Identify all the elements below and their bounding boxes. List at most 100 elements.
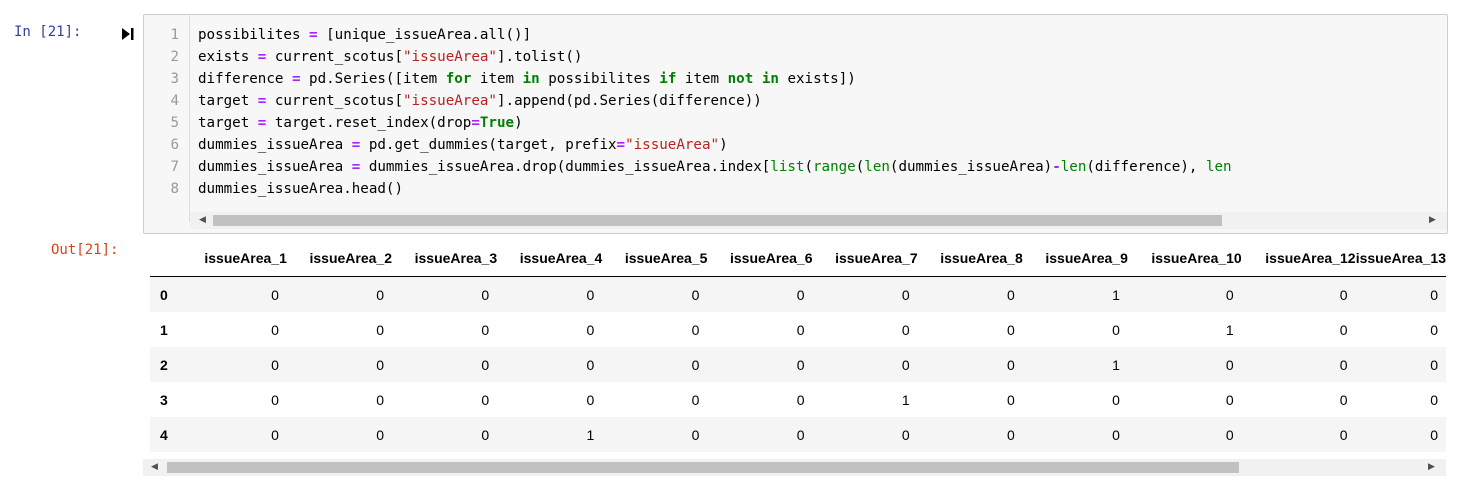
- row-index: 3: [160, 391, 168, 408]
- column-header: issueArea_12: [1241, 240, 1356, 277]
- table-cell: 0: [1225, 391, 1234, 408]
- code-token: -: [1052, 159, 1061, 175]
- triangle-right-icon[interactable]: ▶: [1424, 212, 1441, 229]
- table-cell: 0: [1430, 286, 1438, 303]
- code-token: dummies_issueArea.head(): [198, 181, 403, 197]
- table-cell: 1: [1112, 286, 1120, 303]
- table-cell: 0: [1112, 426, 1120, 443]
- code-line: possibilites = [unique_issueArea.all()]: [198, 24, 531, 46]
- table-cell: 0: [1006, 356, 1015, 373]
- code-token: [unique_issueArea.all()]: [317, 27, 532, 43]
- code-token: =: [291, 71, 301, 87]
- code-token: ): [719, 137, 728, 153]
- table-cell: 0: [1339, 356, 1348, 373]
- table-cell: 0: [586, 321, 595, 338]
- table-cell: 0: [271, 321, 279, 338]
- code-token: possibilites: [198, 27, 310, 43]
- code-token: =: [616, 137, 626, 153]
- code-token: pd.get_dummies(target, prefix: [360, 137, 617, 153]
- line-number: 7: [170, 159, 179, 175]
- code-token: exists: [198, 49, 258, 65]
- column-header: issueArea_5: [602, 240, 708, 277]
- table-cell: 0: [481, 356, 490, 373]
- table-cell: 0: [1006, 286, 1015, 303]
- table-cell: 0: [271, 391, 279, 408]
- code-line: exists = current_scotus["issueArea"].tol…: [198, 46, 582, 68]
- table-cell: 0: [901, 321, 910, 338]
- code-token: not: [727, 71, 754, 87]
- table-cell: 0: [1339, 426, 1348, 443]
- table-cell: 0: [376, 426, 384, 443]
- code-token: "issueArea": [625, 137, 720, 153]
- table-cell: 0: [691, 391, 700, 408]
- code-token: range: [813, 159, 856, 175]
- input-prompt: In [21]:: [14, 24, 82, 40]
- code-token: target.reset_index(drop: [266, 115, 472, 131]
- table-cell: 0: [796, 426, 805, 443]
- row-index: 1: [160, 321, 168, 338]
- line-number: 5: [170, 115, 179, 131]
- column-header: issueArea_1: [181, 240, 287, 277]
- table-cell: 1: [901, 391, 910, 408]
- code-token: in: [522, 71, 540, 87]
- step-forward-icon[interactable]: [121, 26, 135, 42]
- code-token: dummies_issueArea: [198, 137, 352, 153]
- scrollbar-thumb[interactable]: [213, 215, 1222, 226]
- table-cell: 0: [376, 391, 384, 408]
- triangle-left-icon[interactable]: ◀: [194, 212, 211, 229]
- code-line: dummies_issueArea = pd.get_dummies(targe…: [198, 134, 728, 156]
- code-token: dummies_issueArea: [198, 159, 352, 175]
- row-index: 4: [160, 426, 168, 443]
- code-token: dummies_issueArea.drop(dummies_issueArea…: [360, 159, 771, 175]
- table-cell: 0: [271, 426, 279, 443]
- table-cell: 0: [481, 321, 490, 338]
- table-cell: 0: [691, 426, 700, 443]
- code-token: (difference),: [1086, 159, 1206, 175]
- table-row: 2 0 0 0 0 0 0 0 0 1 0 0 0: [150, 347, 1446, 382]
- triangle-left-icon[interactable]: ◀: [146, 459, 163, 476]
- table-cell: 0: [1006, 426, 1015, 443]
- code-horizontal-scrollbar[interactable]: ◀ ▶: [190, 212, 1447, 229]
- code-token: current_scotus[: [266, 93, 404, 109]
- table-cell: 0: [1339, 321, 1348, 338]
- code-token: (: [855, 159, 865, 175]
- table-cell: 0: [586, 356, 595, 373]
- table-cell: 0: [796, 321, 805, 338]
- code-token: (: [804, 159, 814, 175]
- code-token: exists]): [778, 71, 856, 87]
- scrollbar-thumb[interactable]: [167, 462, 1239, 473]
- code-token: ].tolist(): [496, 49, 583, 65]
- code-token: target: [198, 93, 258, 109]
- dataframe-output: issueArea_1 issueArea_2 issueArea_3 issueAr…: [150, 240, 1446, 456]
- row-index: 2: [160, 356, 168, 373]
- column-header: issueArea_10: [1127, 240, 1242, 277]
- table-row: 3 0 0 0 0 0 0 1 0 0 0 0 0: [150, 382, 1446, 417]
- triangle-right-icon[interactable]: ▶: [1423, 459, 1440, 476]
- line-number: 4: [170, 93, 179, 109]
- table-cell: 0: [1225, 356, 1234, 373]
- table-cell: 0: [1430, 426, 1438, 443]
- code-line: dummies_issueArea.head(): [198, 178, 403, 200]
- table-cell: 0: [901, 426, 910, 443]
- table-cell: 0: [1430, 321, 1438, 338]
- output-prompt: Out[21]:: [51, 242, 119, 258]
- dataframe-table: issueArea_1 issueArea_2 issueArea_3 issueAr…: [150, 240, 1446, 452]
- table-cell: 0: [1112, 321, 1120, 338]
- code-token: "issueArea": [403, 93, 497, 109]
- code-line: target = target.reset_index(drop=True): [198, 112, 523, 134]
- table-cell: 0: [901, 356, 910, 373]
- line-number: 1: [170, 27, 179, 43]
- table-cell: 0: [586, 286, 595, 303]
- code-token: =: [471, 115, 480, 131]
- column-header: issueArea_7: [812, 240, 918, 277]
- column-header: issueArea_3: [392, 240, 498, 277]
- column-header: issueArea_4: [497, 240, 603, 277]
- code-token: current_scotus[: [266, 49, 404, 65]
- table-cell: 0: [376, 321, 384, 338]
- output-horizontal-scrollbar[interactable]: ◀ ▶: [143, 459, 1446, 476]
- table-row: 0 0 0 0 0 0 0 0 0 1 0 0 0: [150, 276, 1446, 312]
- code-token: item: [471, 71, 523, 87]
- code-cell-input[interactable]: 1 2 3 4 5 6 7 8 possibilites = [unique_issueAre…: [143, 14, 1448, 234]
- code-token: target: [198, 115, 258, 131]
- column-header: issueArea_9: [1022, 240, 1128, 277]
